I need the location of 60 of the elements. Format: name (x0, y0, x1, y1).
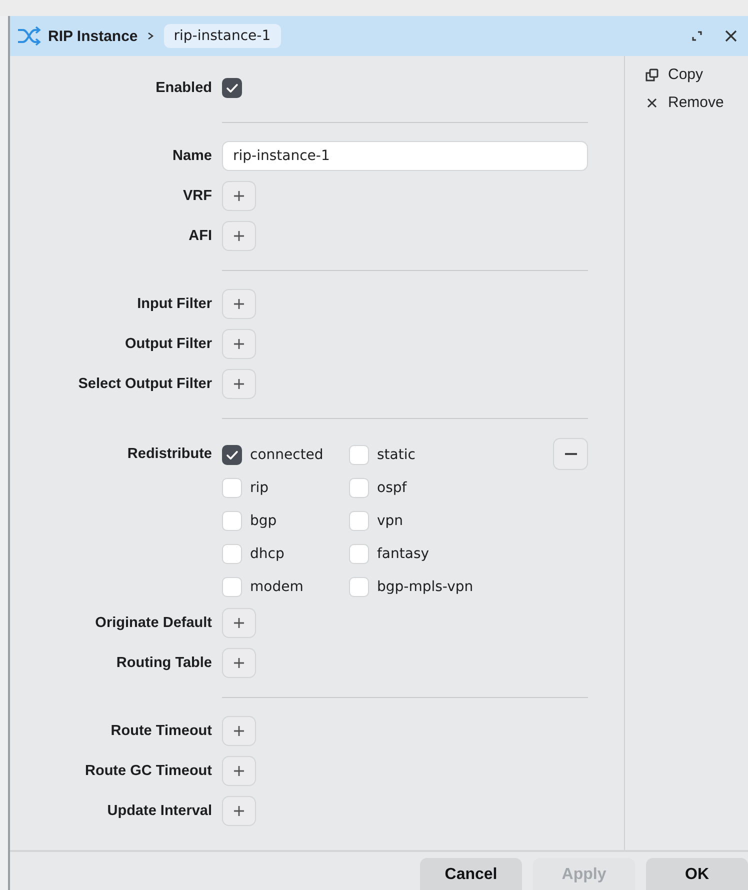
field-label: VRF (182, 188, 212, 204)
action-button[interactable]: Copy (645, 66, 704, 83)
option-label: static (377, 446, 416, 462)
add-button[interactable] (222, 221, 256, 251)
remove-button[interactable] (553, 438, 588, 470)
add-button[interactable] (222, 796, 256, 826)
add-button[interactable] (222, 181, 256, 211)
option-label: fantasy (377, 546, 430, 562)
plus-icon (234, 339, 244, 349)
field-label: Routing Table (115, 655, 212, 671)
breadcrumb-item[interactable]: rip-instance-1 (164, 24, 281, 48)
checkbox[interactable] (222, 78, 242, 98)
expand-icon (690, 29, 704, 43)
add-button[interactable] (222, 716, 256, 746)
plus-icon (234, 766, 244, 776)
field-label: Route Timeout (110, 723, 212, 739)
plus-icon (234, 806, 244, 816)
field-label: Enabled (154, 80, 212, 96)
field-label: Route GC Timeout (84, 763, 212, 779)
plus-icon (234, 726, 244, 736)
plus-icon (234, 299, 244, 309)
field-label: Originate Default (94, 615, 212, 631)
field-label: Input Filter (136, 296, 212, 312)
footer-button[interactable]: OK (646, 858, 748, 890)
field-label: Output Filter (124, 336, 212, 352)
option-label: bgp-mpls-vpn (377, 578, 474, 594)
checkbox[interactable] (222, 444, 242, 464)
plus-icon (234, 191, 244, 201)
option-label: connected (250, 446, 324, 462)
add-button[interactable] (222, 369, 256, 399)
close-icon (645, 96, 659, 110)
action-button[interactable]: Remove (645, 94, 724, 111)
chevron-right-icon (146, 31, 156, 41)
field-label: Name (172, 148, 212, 164)
field-label: Redistribute (126, 445, 212, 464)
option-label: dhcp (250, 546, 284, 562)
minus-icon (564, 452, 576, 456)
plus-icon (234, 379, 244, 389)
add-button[interactable] (222, 289, 256, 319)
shuffle-icon (16, 25, 42, 47)
field-label: AFI (188, 228, 212, 244)
option-label: bgp (250, 512, 277, 528)
copy-icon (645, 68, 659, 82)
footer-button[interactable]: Cancel (420, 858, 522, 890)
add-button[interactable] (222, 608, 256, 638)
plus-icon (234, 618, 244, 628)
option-label: rip (250, 480, 269, 496)
window-title: RIP Instance (48, 28, 138, 44)
option-label: modem (250, 578, 304, 594)
option-label: ospf (377, 480, 407, 496)
add-button[interactable] (222, 329, 256, 359)
add-button[interactable] (222, 648, 256, 678)
add-button[interactable] (222, 756, 256, 786)
plus-icon (234, 231, 244, 241)
field-label: Select Output Filter (77, 376, 212, 392)
option-label: vpn (377, 512, 404, 528)
field-label: Update Interval (106, 803, 212, 819)
close-icon (724, 29, 738, 43)
text-field[interactable]: rip-instance-1 (222, 141, 588, 171)
plus-icon (234, 658, 244, 668)
